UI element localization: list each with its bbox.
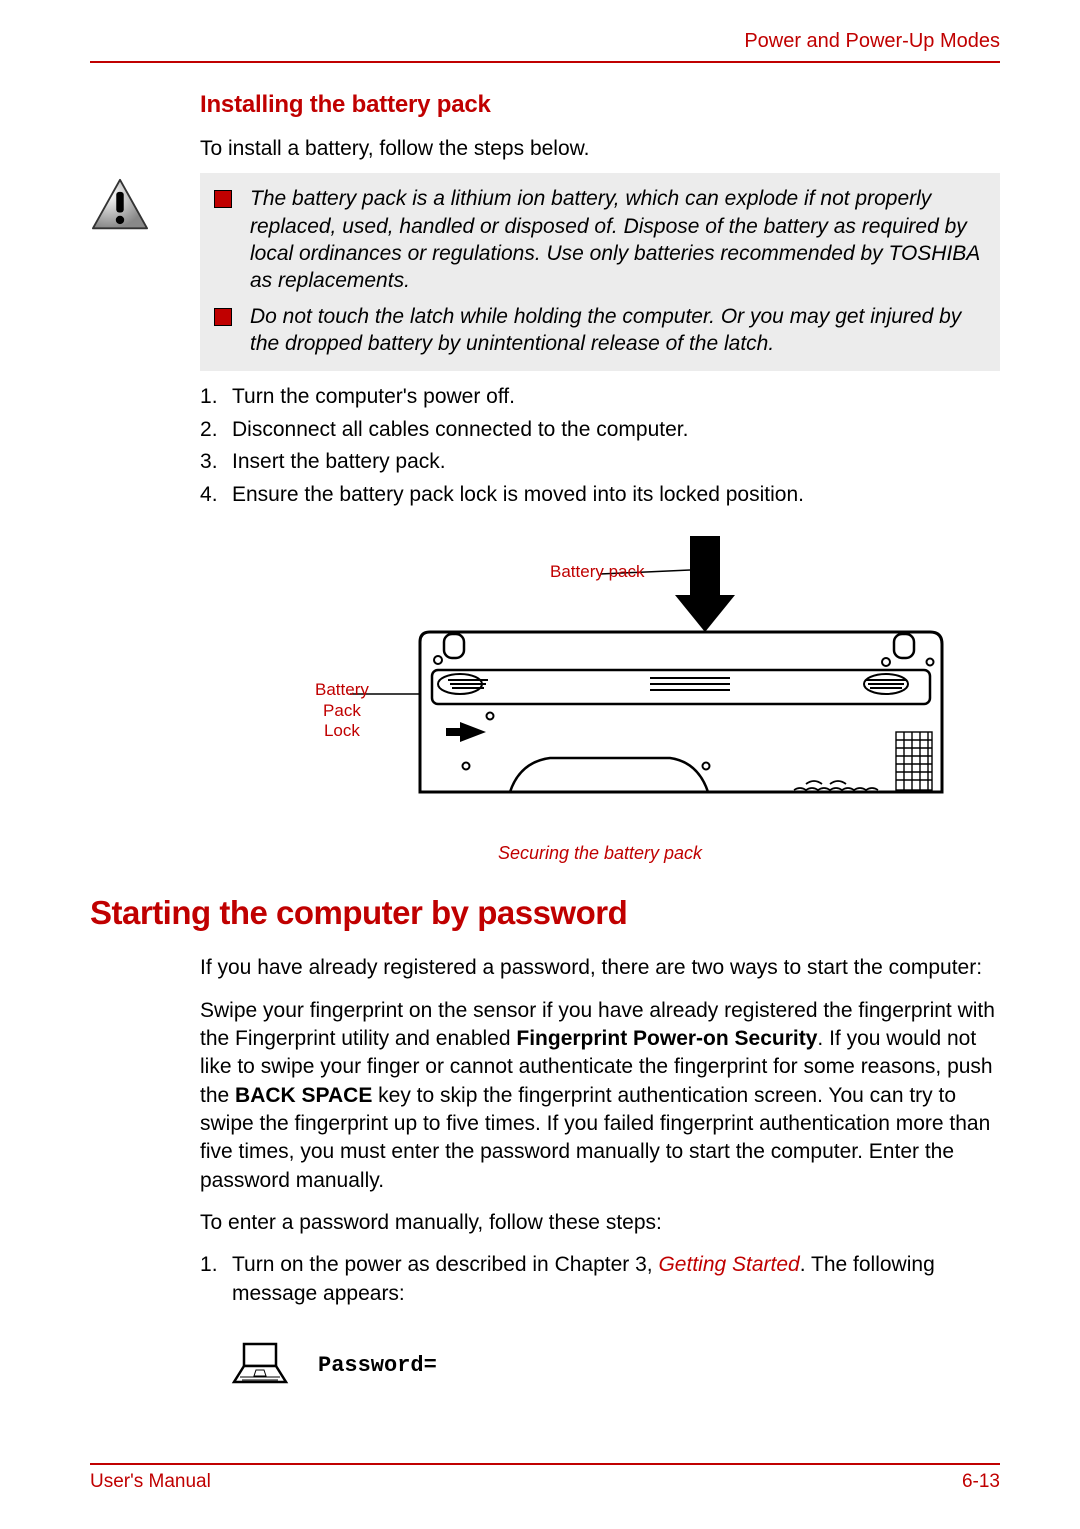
warning-block: The battery pack is a lithium ion batter…: [90, 173, 1000, 371]
warning-triangle-icon: [90, 220, 150, 237]
laptop-icon: [230, 1338, 290, 1393]
step-item: Turn the computer's power off.: [200, 381, 1000, 414]
getting-started-link[interactable]: Getting Started: [658, 1253, 799, 1276]
section-header: Power and Power-Up Modes: [90, 30, 1000, 53]
figure-label-battery-pack: Battery pack: [550, 562, 645, 582]
step-item: Ensure the battery pack lock is moved in…: [200, 479, 1000, 512]
paragraph: If you have already registered a passwor…: [200, 954, 1000, 982]
step-item: Disconnect all cables connected to the c…: [200, 414, 1000, 447]
step-item: Insert the battery pack.: [200, 446, 1000, 479]
header-rule: [90, 59, 1000, 63]
paragraph: To enter a password manually, follow the…: [200, 1209, 1000, 1237]
step-item: Turn on the power as described in Chapte…: [200, 1251, 1000, 1308]
warning-text: Do not touch the latch while holding the…: [250, 303, 986, 358]
password-prompt: Password=: [230, 1338, 1000, 1393]
sub-heading: Installing the battery pack: [200, 91, 1000, 119]
footer-left: User's Manual: [90, 1471, 211, 1493]
bullet-icon: [214, 308, 232, 326]
bullet-icon: [214, 190, 232, 208]
figure: Battery pack Battery Pack Lock: [200, 532, 1000, 864]
footer-page: 6-13: [962, 1471, 1000, 1493]
footer: User's Manual 6-13: [90, 1463, 1000, 1493]
laptop-underside-icon: [230, 819, 970, 836]
figure-caption: Securing the battery pack: [200, 843, 1000, 864]
install-steps: Turn the computer's power off. Disconnec…: [200, 381, 1000, 511]
figure-label-battery-lock: Battery Pack Lock: [315, 680, 369, 741]
intro-text: To install a battery, follow the steps b…: [200, 135, 1000, 163]
warning-text: The battery pack is a lithium ion batter…: [250, 185, 986, 294]
password-steps: Turn on the power as described in Chapte…: [200, 1251, 1000, 1308]
prompt-text: Password=: [318, 1353, 437, 1378]
main-heading: Starting the computer by password: [90, 894, 1000, 932]
paragraph: Swipe your fingerprint on the sensor if …: [200, 997, 1000, 1195]
